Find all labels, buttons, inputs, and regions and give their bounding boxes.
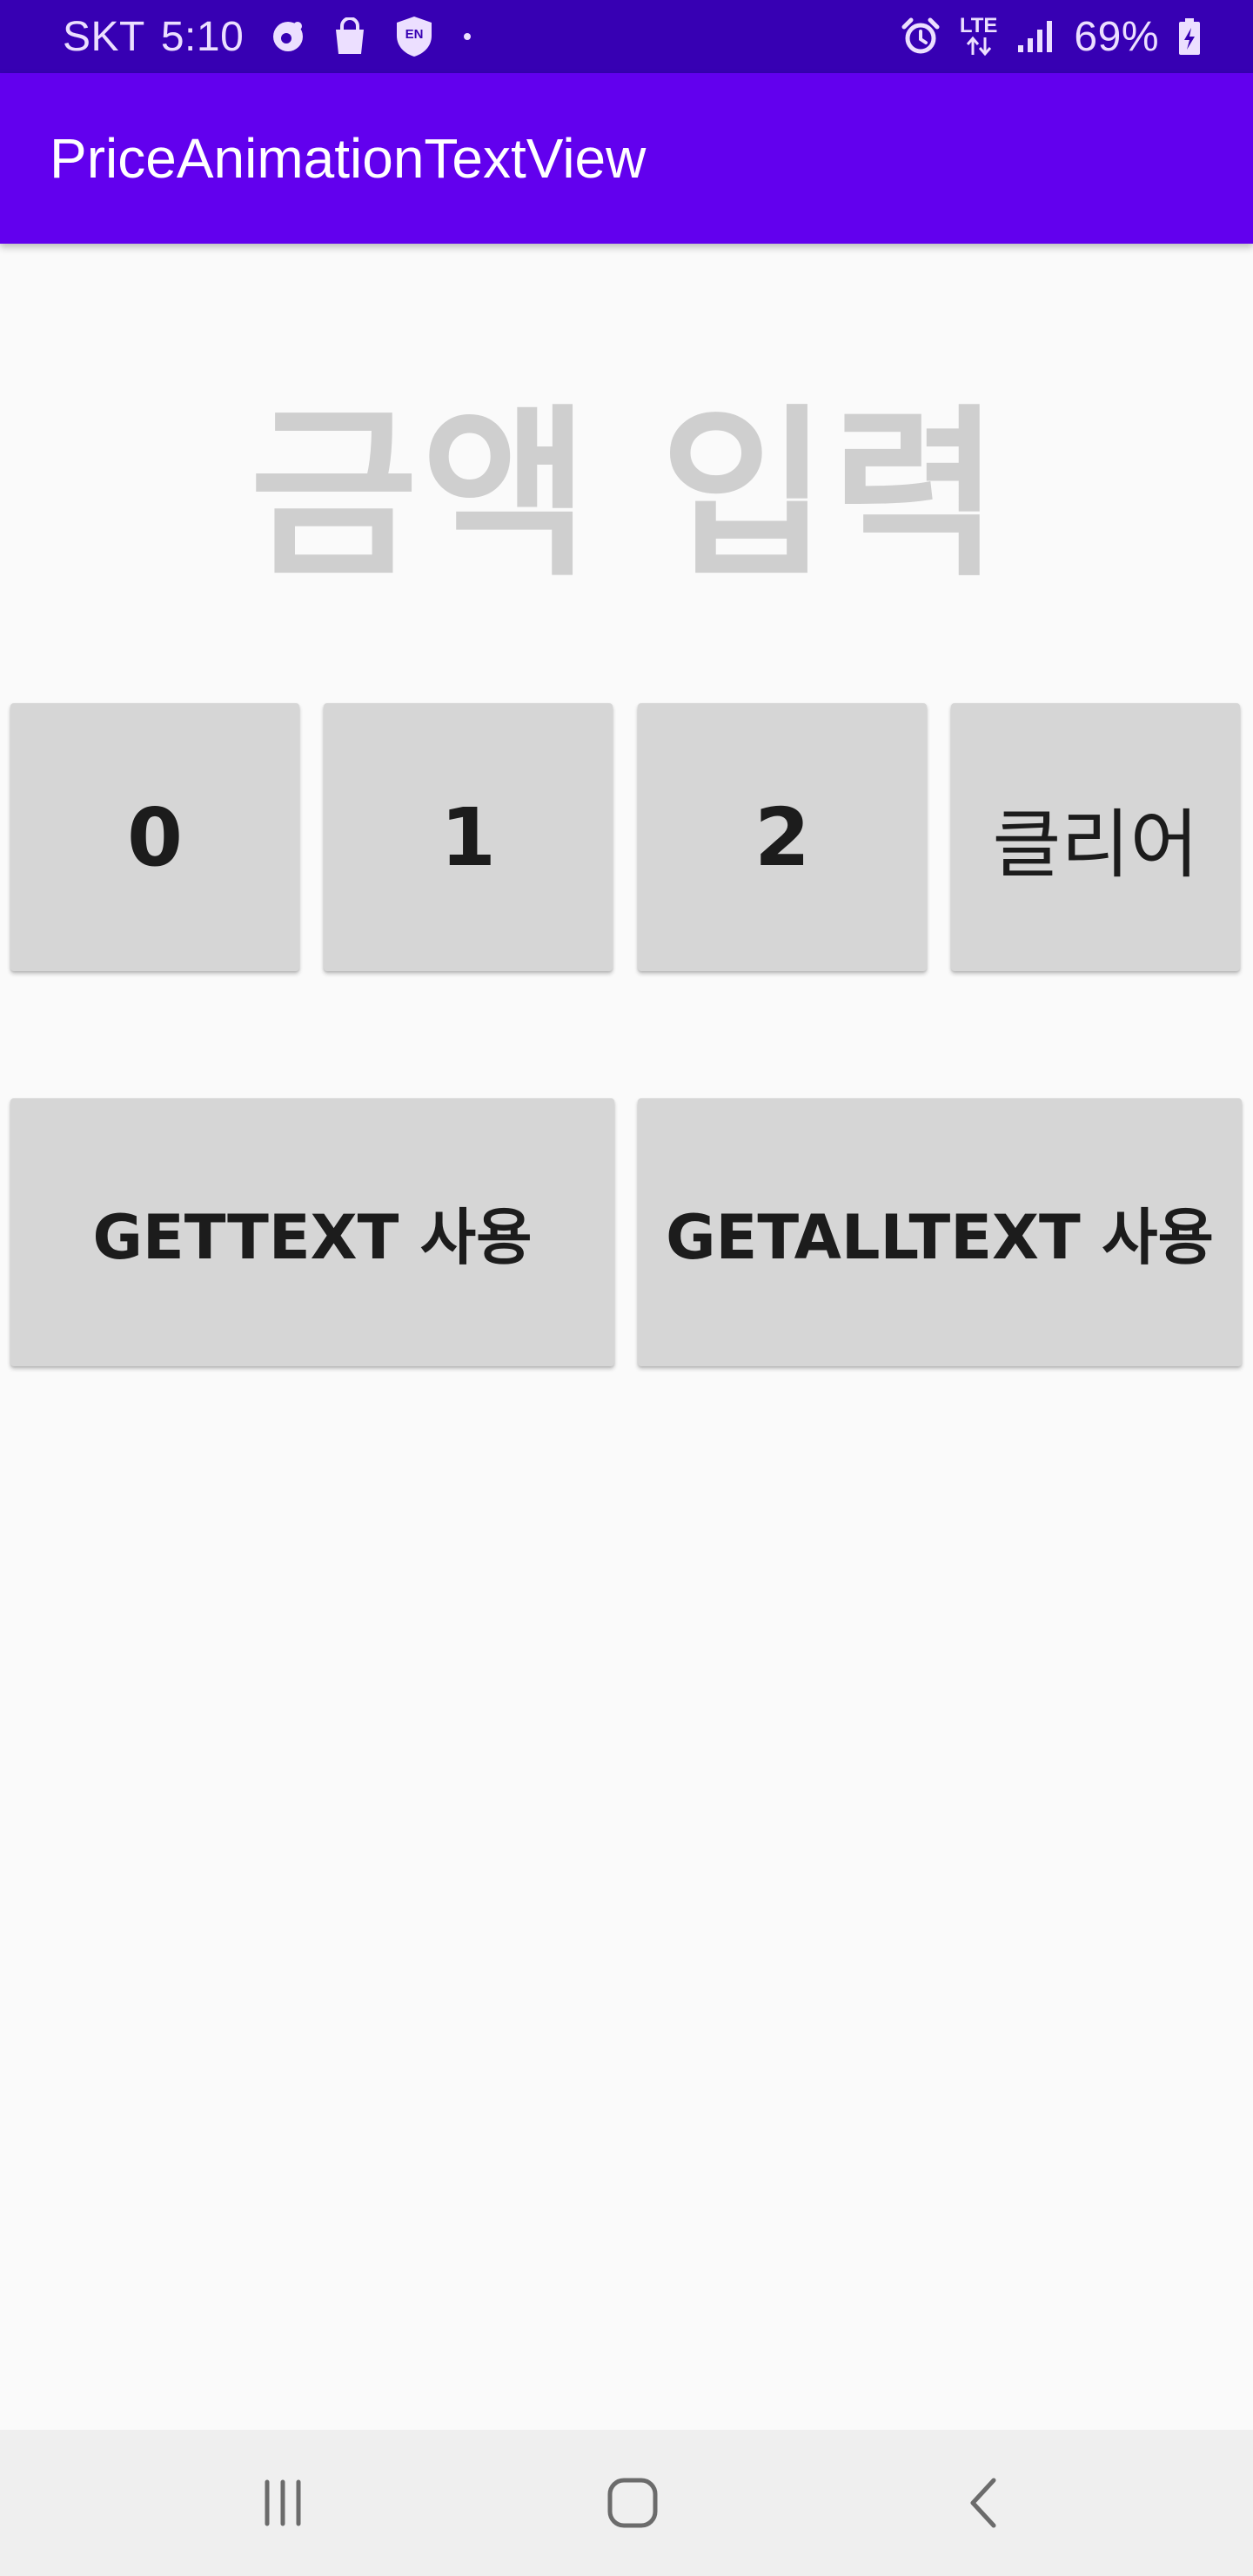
get-all-text-button[interactable]: GETALLTEXT 사용 xyxy=(638,1098,1242,1366)
network-type-label: LTE xyxy=(959,14,998,37)
back-button[interactable] xyxy=(914,2430,1053,2576)
status-left: SKT 5:10 EN xyxy=(63,0,473,73)
digit-2-button[interactable]: 2 xyxy=(638,703,927,971)
battery-percent: 69% xyxy=(1074,13,1159,60)
get-text-button[interactable]: GETTEXT 사용 xyxy=(10,1098,614,1366)
amount-display: 금액 입력 xyxy=(250,388,1003,601)
clock-label: 5:10 xyxy=(160,13,245,60)
signal-icon xyxy=(1016,19,1055,54)
home-icon xyxy=(606,2477,659,2529)
digit-1-button[interactable]: 1 xyxy=(324,703,613,971)
recent-apps-icon xyxy=(258,2479,307,2527)
vpn-shield-icon: EN xyxy=(393,15,435,58)
dot-icon xyxy=(461,30,473,43)
vpn-badge-text: EN xyxy=(405,27,424,42)
shopping-bag-icon xyxy=(332,17,367,56)
app-bar: PriceAnimationTextView xyxy=(0,73,1253,244)
home-button[interactable] xyxy=(563,2430,702,2576)
camera-dot-icon xyxy=(270,18,306,55)
status-right: LTE 69% xyxy=(901,0,1201,73)
clear-button[interactable]: 클리어 xyxy=(951,703,1240,971)
battery-charging-icon xyxy=(1178,17,1201,56)
app-title: PriceAnimationTextView xyxy=(50,127,647,190)
carrier-label: SKT xyxy=(63,13,145,60)
navigation-bar xyxy=(0,2430,1253,2576)
data-arrows-icon: LTE xyxy=(959,14,998,57)
recent-apps-button[interactable] xyxy=(213,2430,352,2576)
digit-0-button[interactable]: 0 xyxy=(10,703,299,971)
back-icon xyxy=(964,2477,1002,2529)
alarm-icon xyxy=(901,17,941,57)
status-bar: SKT 5:10 EN LTE 69% xyxy=(0,0,1253,73)
